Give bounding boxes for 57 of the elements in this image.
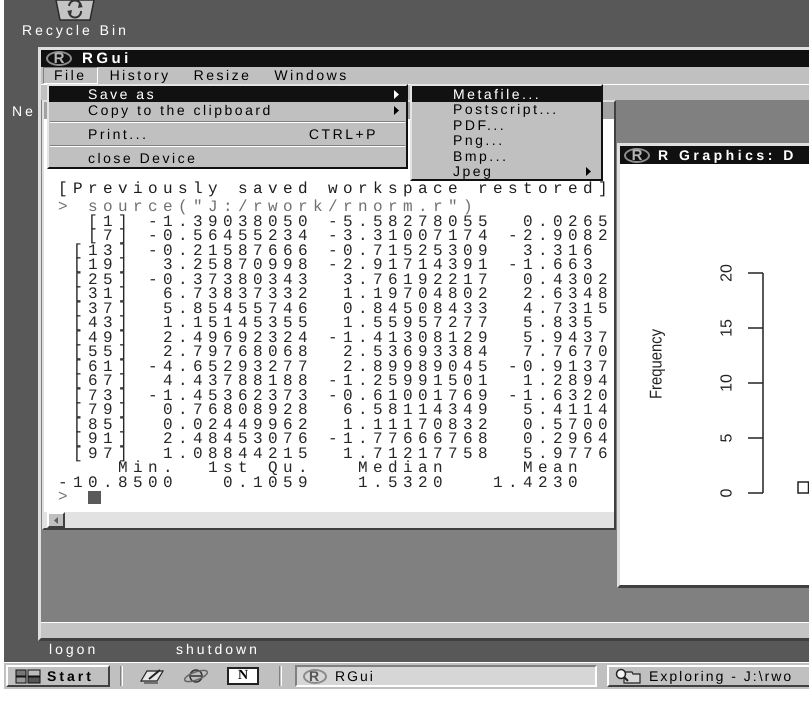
menu-option[interactable]: Jpeg — [412, 164, 601, 179]
r-logo: R — [303, 668, 327, 684]
desktop-icon-label[interactable]: Recycle Bin — [22, 22, 129, 38]
y-tick-label: 5 — [718, 434, 736, 442]
menu-option[interactable]: PDF... — [412, 117, 601, 132]
desktop-icon-label[interactable]: Ne — [12, 103, 36, 119]
folder-magnifier-icon — [615, 668, 641, 684]
console-line: [67] 4.43788188 -1.25991501 1.2894 — [72, 374, 614, 388]
console-prompt: > — [58, 490, 74, 504]
console-line: [31] 6.73837332 1.19704802 2.6348 — [72, 287, 614, 302]
y-axis-title: Frequency — [646, 318, 666, 399]
menu-bar-item[interactable]: Resize — [182, 67, 262, 84]
quick-launch-button[interactable]: N — [227, 667, 259, 685]
console-line: -10.8500 0.1059 1.5320 1.4230 — [58, 476, 584, 490]
window-title: R Graphics: D — [658, 148, 797, 162]
console-line: [Previously saved workspace restored] — [58, 182, 614, 196]
menu-option[interactable]: Postscript... — [412, 102, 601, 117]
console-line: [91] 2.48453076 -1.77666768 0.2964 — [72, 432, 614, 446]
r-logo: R — [46, 51, 72, 66]
desktop-icon-label[interactable]: logon — [49, 641, 98, 657]
left-arrow-icon — [54, 516, 58, 524]
menu-option[interactable]: Save as — [49, 86, 406, 102]
pencil-pad-icon — [140, 668, 164, 684]
menu-bar-item[interactable]: History — [98, 67, 182, 84]
console-line: > source("J:/rwork/rnorm.r") — [58, 200, 478, 214]
shortcut-label: CTRL+P — [308, 127, 378, 141]
menu-bar-item[interactable]: Windows — [263, 67, 360, 84]
scroll-left-button[interactable] — [47, 512, 65, 528]
console-line: [55] 2.79768068 2.53693384 7.7670 — [72, 345, 614, 360]
console-line: [79] 0.76808928 6.58114349 5.4114 — [72, 403, 614, 418]
y-tick-label: 0 — [718, 488, 736, 498]
menu-option[interactable]: Metafile... — [412, 86, 601, 102]
console-line: [43] 1.15145355 1.55957277 5.835 — [72, 316, 598, 330]
menu-option[interactable]: Copy to the clipboard — [49, 102, 406, 118]
menu-option[interactable]: Png... — [412, 132, 601, 148]
horizontal-scrollbar[interactable] — [44, 512, 614, 528]
four-squares-icon — [14, 668, 42, 684]
y-tick-label: 20 — [718, 264, 736, 282]
menu-bar-item[interactable]: File — [43, 67, 98, 84]
quick-launch-button[interactable] — [139, 667, 165, 685]
console-line: [19] 3.25870998 -2.91714391 -1.663 — [72, 258, 598, 272]
console-line: [7] -0.56455234 -3.31007174 -2.9082 — [88, 229, 614, 244]
menu-option[interactable]: close Device — [49, 150, 406, 166]
globe-ring-icon — [183, 668, 209, 684]
menu-option[interactable]: Print... CTRL+P — [49, 126, 406, 142]
y-tick-label: 10 — [718, 374, 736, 392]
menu-option[interactable]: Bmp... — [412, 148, 601, 164]
console-line: [97] 1.08844215 1.71217758 5.9776 — [72, 446, 614, 461]
console-line: Min. 1st Qu. Median Mean — [118, 461, 584, 476]
block-cursor-icon — [88, 490, 102, 504]
taskbar-button[interactable]: Exploring - J:\rwo — [607, 665, 809, 687]
taskbar-button[interactable]: R RGui — [295, 665, 597, 687]
desktop-icon-label[interactable]: shutdown — [176, 641, 260, 657]
y-tick-label: 15 — [718, 319, 736, 337]
window-title: RGui — [82, 51, 132, 66]
start-button[interactable]: Start — [6, 665, 110, 687]
quick-launch-button[interactable] — [183, 667, 209, 685]
